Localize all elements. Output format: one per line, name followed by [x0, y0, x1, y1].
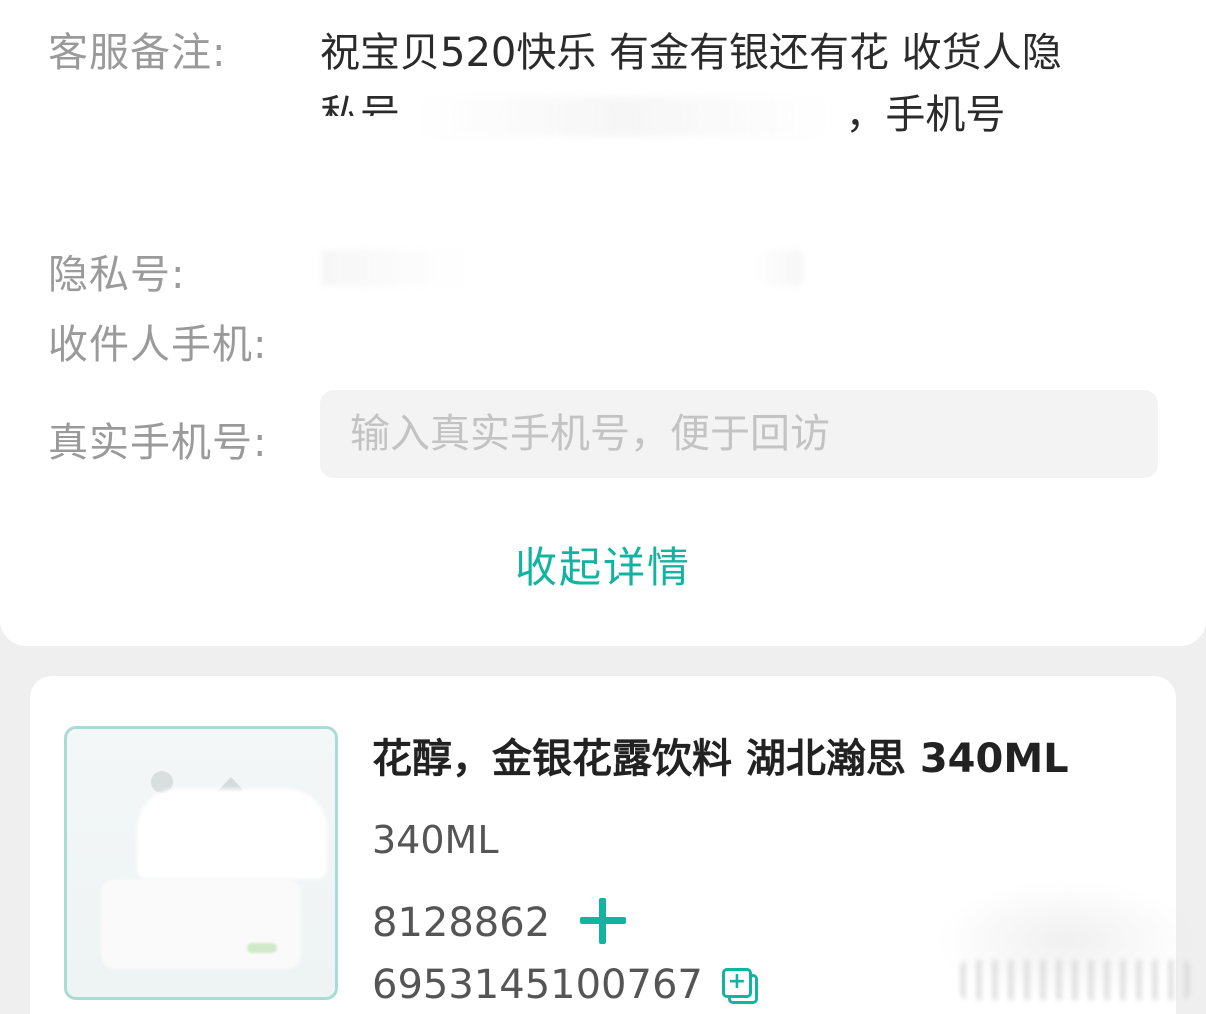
product-thumbnail[interactable] — [64, 726, 338, 1000]
product-barcode: 6953145100767 — [372, 962, 703, 1008]
plus-icon[interactable] — [580, 898, 626, 944]
watermark-bars — [960, 960, 1190, 1000]
privacy-number-redacted — [322, 250, 802, 286]
redacted-block — [412, 97, 833, 137]
real-phone-label: 真实手机号: — [48, 420, 268, 466]
product-spec: 340ML — [372, 818, 499, 862]
order-detail-page: 客服备注: 祝宝贝520快乐 有金有银还有花 收货人隐 私号 ，手机号 隐私号:… — [0, 0, 1206, 1014]
real-phone-input[interactable] — [320, 390, 1158, 478]
remark-text-line2: 私号 ，手机号 — [320, 82, 1005, 140]
privacy-number-label: 隐私号: — [48, 252, 186, 298]
remark-label: 客服备注: — [48, 30, 227, 76]
remark-text-line1: 祝宝贝520快乐 有金有银还有花 收货人隐 — [320, 30, 1062, 76]
product-image-shape — [137, 789, 327, 879]
copy-icon[interactable]: + — [722, 968, 760, 1006]
remark-text-phone: ，手机号 — [845, 92, 1006, 138]
receiver-phone-label: 收件人手机: — [48, 322, 268, 368]
product-title: 花醇，金银花露饮料 湖北瀚思 340ML — [372, 736, 1069, 782]
copy-icon-front: + — [722, 968, 752, 998]
remark-text-private: 私号 — [320, 92, 400, 116]
product-image-base — [101, 879, 301, 969]
order-detail-card: 客服备注: 祝宝贝520快乐 有金有银还有花 收货人隐 私号 ，手机号 隐私号:… — [0, 0, 1206, 646]
collapse-details-button[interactable]: 收起详情 — [0, 534, 1206, 595]
product-code: 8128862 — [372, 900, 551, 946]
product-image-accent — [247, 943, 277, 953]
